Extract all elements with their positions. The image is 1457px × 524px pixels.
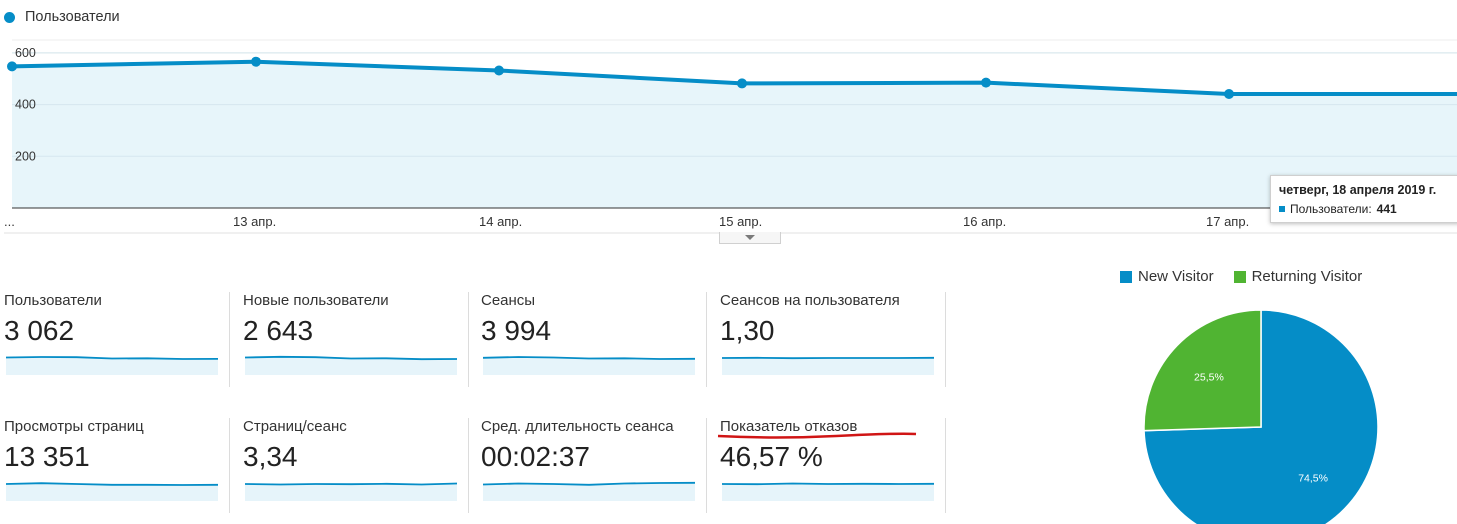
data-point	[7, 61, 17, 72]
x-tick-label: ...	[4, 214, 15, 229]
metric-label: Сеансов на пользователя	[720, 292, 900, 309]
metric-value: 2 643	[243, 315, 314, 346]
sparkline-area	[245, 483, 457, 501]
legend-label: Returning Visitor	[1251, 268, 1363, 285]
metric-value: 13 351	[4, 441, 90, 472]
divider	[468, 292, 469, 387]
data-point	[981, 77, 991, 88]
x-tick-label: 13 апр.	[233, 214, 276, 229]
metric-label: Просмотры страниц	[4, 418, 144, 435]
metric-label: Пользователи	[4, 292, 102, 309]
divider	[229, 418, 230, 513]
sparkline	[722, 356, 934, 375]
sparkline-area	[722, 357, 934, 375]
sparkline	[245, 355, 457, 375]
tooltip-date: четверг, 18 апреля 2019 г.	[1279, 183, 1437, 197]
metric-label: Сред. длительность сеанса	[481, 418, 674, 435]
sparkline	[6, 356, 218, 375]
metric-value: 3,34	[243, 441, 298, 472]
divider	[945, 418, 946, 513]
sparkline	[6, 482, 218, 501]
metric-sessions-per-user[interactable]: Сеансов на пользователя 1,30	[720, 292, 945, 387]
users-line-chart: 600 400 200... 13 апр. 14 апр. 15 апр. 16 апр.…	[4, 39, 1457, 234]
sparkline-line	[245, 482, 457, 486]
metric-label: Страниц/сеанс	[243, 418, 347, 435]
legend-item-new-visitor[interactable]: New Visitor	[1120, 268, 1214, 285]
visitor-type-pie-chart: 74,5% 25,5%	[1143, 309, 1379, 524]
y-tick-label: 600	[15, 46, 36, 60]
sparkline	[483, 481, 695, 501]
sparkline-line	[722, 482, 934, 486]
sparkline	[483, 356, 695, 375]
x-tick-label: 15 апр.	[719, 214, 762, 229]
legend-label: New Visitor	[1138, 268, 1214, 285]
metric-label: Новые пользователи	[243, 292, 389, 309]
sparkline	[722, 482, 934, 501]
metric-pages-per-session[interactable]: Страниц/сеанс 3,34	[243, 418, 468, 513]
pie-slice-label: 25,5%	[1194, 372, 1224, 384]
square-icon	[1120, 270, 1132, 283]
pie-slice	[1143, 309, 1262, 432]
divider	[468, 418, 469, 513]
y-tick-label: 400	[15, 98, 36, 112]
chart-tooltip: четверг, 18 апреля 2019 г. Пользователи:…	[1270, 175, 1457, 223]
x-tick-label: 16 апр.	[963, 214, 1006, 229]
divider	[706, 292, 707, 387]
data-point	[1224, 89, 1234, 100]
tooltip-row: Пользователи: 441	[1279, 202, 1451, 216]
metric-users[interactable]: Пользователи 3 062	[4, 292, 229, 387]
metric-avg-session-duration[interactable]: Сред. длительность сеанса 00:02:37	[481, 418, 706, 513]
chevron-down-icon	[745, 235, 755, 240]
sparkline-area	[722, 483, 934, 501]
divider	[229, 292, 230, 387]
pie-legend: New Visitor Returning Visitor	[1120, 268, 1362, 285]
chart-collapse-toggle[interactable]	[719, 232, 781, 244]
square-icon	[1233, 270, 1246, 283]
tooltip-series-label: Пользователи:	[1290, 202, 1372, 216]
divider	[706, 418, 707, 513]
metric-pageviews[interactable]: Просмотры страниц 13 351	[4, 418, 229, 513]
metric-value: 46,57 %	[720, 441, 823, 472]
red-underline-annotation	[717, 432, 917, 439]
metric-sessions[interactable]: Сеансы 3 994	[481, 292, 706, 387]
data-point	[494, 65, 504, 76]
metric-value: 00:02:37	[481, 441, 590, 472]
series-dot-icon	[4, 11, 15, 23]
sparkline	[245, 482, 457, 501]
data-point	[251, 56, 261, 67]
metric-label: Сеансы	[481, 292, 536, 309]
divider	[945, 292, 946, 387]
legend-label: Пользователи	[25, 9, 120, 25]
metric-value: 1,30	[720, 315, 775, 346]
metric-value: 3 994	[481, 315, 552, 346]
y-tick-label: 200	[15, 149, 36, 163]
data-point	[737, 78, 747, 89]
tooltip-value: 441	[1376, 202, 1397, 216]
metric-value: 3 062	[4, 315, 75, 346]
chart-legend: Пользователи	[4, 9, 120, 25]
pie-slice-label: 74,5%	[1298, 472, 1328, 484]
legend-item-returning-visitor[interactable]: Returning Visitor	[1233, 268, 1363, 285]
x-tick-label: 14 апр.	[479, 214, 522, 229]
metric-new-users[interactable]: Новые пользователи 2 643	[243, 292, 468, 387]
tooltip-series-marker-icon	[1279, 206, 1285, 212]
x-tick-label: 17 апр.	[1206, 214, 1249, 229]
